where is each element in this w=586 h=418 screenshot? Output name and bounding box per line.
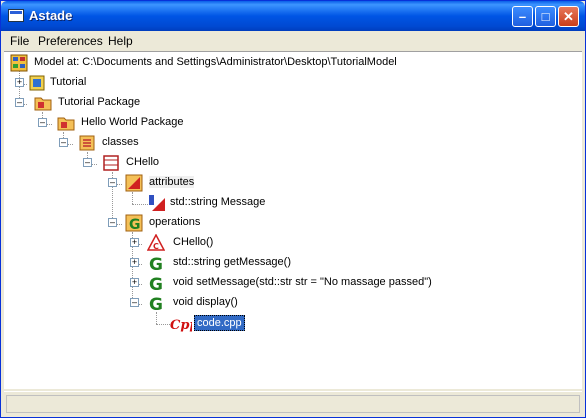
tree-node-classes[interactable]: – classes bbox=[58, 134, 178, 152]
attribute-icon bbox=[149, 195, 165, 211]
tree-node-operations[interactable]: – G operations bbox=[107, 214, 227, 232]
collapse-toggle[interactable]: – bbox=[108, 178, 117, 187]
operation-icon: G bbox=[149, 295, 163, 312]
close-button[interactable]: ✕ bbox=[558, 6, 579, 27]
maximize-button[interactable]: □ bbox=[535, 6, 556, 27]
constructor-icon: C bbox=[147, 234, 165, 251]
collapse-toggle[interactable]: – bbox=[108, 218, 117, 227]
minimize-button[interactable]: – bbox=[512, 6, 533, 27]
status-pane bbox=[6, 395, 580, 413]
app-window-icon bbox=[8, 9, 24, 22]
tree-label: Tutorial bbox=[50, 76, 87, 88]
tree-node-get-message[interactable]: + G std::string getMessage() bbox=[127, 254, 327, 272]
tree-node-constructor[interactable]: + C CHello() bbox=[127, 234, 247, 252]
tree-label: CHello bbox=[126, 156, 160, 168]
model-tree[interactable]: Model at: C:\Documents and Settings\Admi… bbox=[4, 51, 582, 389]
collapse-toggle[interactable]: – bbox=[38, 118, 47, 127]
svg-text:C: C bbox=[153, 242, 159, 251]
svg-text:Cpp: Cpp bbox=[170, 318, 192, 332]
attributes-folder-icon bbox=[125, 174, 143, 192]
package-folder-icon bbox=[57, 117, 75, 131]
svg-text:G: G bbox=[149, 255, 163, 272]
menu-bar: File Preferences Help bbox=[4, 31, 582, 51]
classes-folder-icon bbox=[79, 135, 95, 151]
tree-label: Tutorial Package bbox=[58, 96, 141, 108]
operation-icon: G bbox=[149, 255, 163, 272]
tree-label-selected: code.cpp bbox=[194, 315, 245, 331]
tree-node-set-message[interactable]: + G void setMessage(std::str str = "No m… bbox=[127, 274, 447, 292]
tree-label: CHello() bbox=[173, 236, 214, 248]
collapse-toggle[interactable]: – bbox=[83, 158, 92, 167]
tree-root-label: Model at: C:\Documents and Settings\Admi… bbox=[34, 56, 397, 68]
tree-node-hello-world-package[interactable]: – Hello World Package bbox=[37, 114, 217, 132]
tree-label: std::string Message bbox=[170, 196, 266, 208]
tree-label: void setMessage(std::str str = "No massa… bbox=[173, 276, 432, 288]
menu-file[interactable]: File bbox=[10, 34, 29, 48]
tree-label: classes bbox=[102, 136, 139, 148]
tree-node-attributes[interactable]: – attributes bbox=[107, 174, 227, 192]
main-window: Astade – □ ✕ File Preferences Help Model… bbox=[0, 0, 586, 418]
operations-folder-icon: G bbox=[125, 214, 143, 232]
window-title: Astade bbox=[29, 8, 73, 23]
operation-icon: G bbox=[149, 275, 163, 292]
tree-label: std::string getMessage() bbox=[173, 256, 291, 268]
svg-text:G: G bbox=[149, 295, 163, 312]
tree-root[interactable]: Model at: C:\Documents and Settings\Admi… bbox=[10, 54, 570, 72]
expand-toggle[interactable]: + bbox=[130, 258, 139, 267]
svg-text:G: G bbox=[129, 217, 141, 232]
menu-help[interactable]: Help bbox=[108, 34, 133, 48]
component-icon bbox=[29, 75, 45, 91]
collapse-toggle[interactable]: – bbox=[130, 298, 139, 307]
svg-text:G: G bbox=[149, 275, 163, 292]
tree-node-attribute-message[interactable]: std::string Message bbox=[148, 194, 288, 212]
collapse-toggle[interactable]: – bbox=[59, 138, 68, 147]
tree-node-code-cpp[interactable]: Cpp code.cpp bbox=[170, 314, 290, 332]
expand-toggle[interactable]: + bbox=[130, 238, 139, 247]
model-root-icon bbox=[10, 54, 28, 72]
package-folder-icon bbox=[34, 97, 52, 111]
tree-node-display[interactable]: – G void display() bbox=[127, 294, 287, 312]
tree-label: attributes bbox=[149, 176, 195, 188]
tree-label: operations bbox=[149, 216, 201, 228]
tree-node-tutorial[interactable]: + Tutorial bbox=[14, 74, 134, 92]
tree-label: void display() bbox=[173, 296, 238, 308]
collapse-toggle[interactable]: – bbox=[15, 98, 24, 107]
expand-toggle[interactable]: + bbox=[130, 278, 139, 287]
expand-toggle[interactable]: + bbox=[15, 78, 24, 87]
class-icon bbox=[103, 155, 119, 171]
menu-preferences[interactable]: Preferences bbox=[38, 34, 103, 48]
tree-node-chello[interactable]: – CHello bbox=[82, 154, 202, 172]
cpp-file-icon: Cpp bbox=[170, 318, 192, 332]
tree-label: Hello World Package bbox=[81, 116, 184, 128]
status-bar bbox=[4, 391, 582, 416]
title-bar[interactable]: Astade – □ ✕ bbox=[1, 1, 585, 31]
tree-node-tutorial-package[interactable]: – Tutorial Package bbox=[14, 94, 174, 112]
